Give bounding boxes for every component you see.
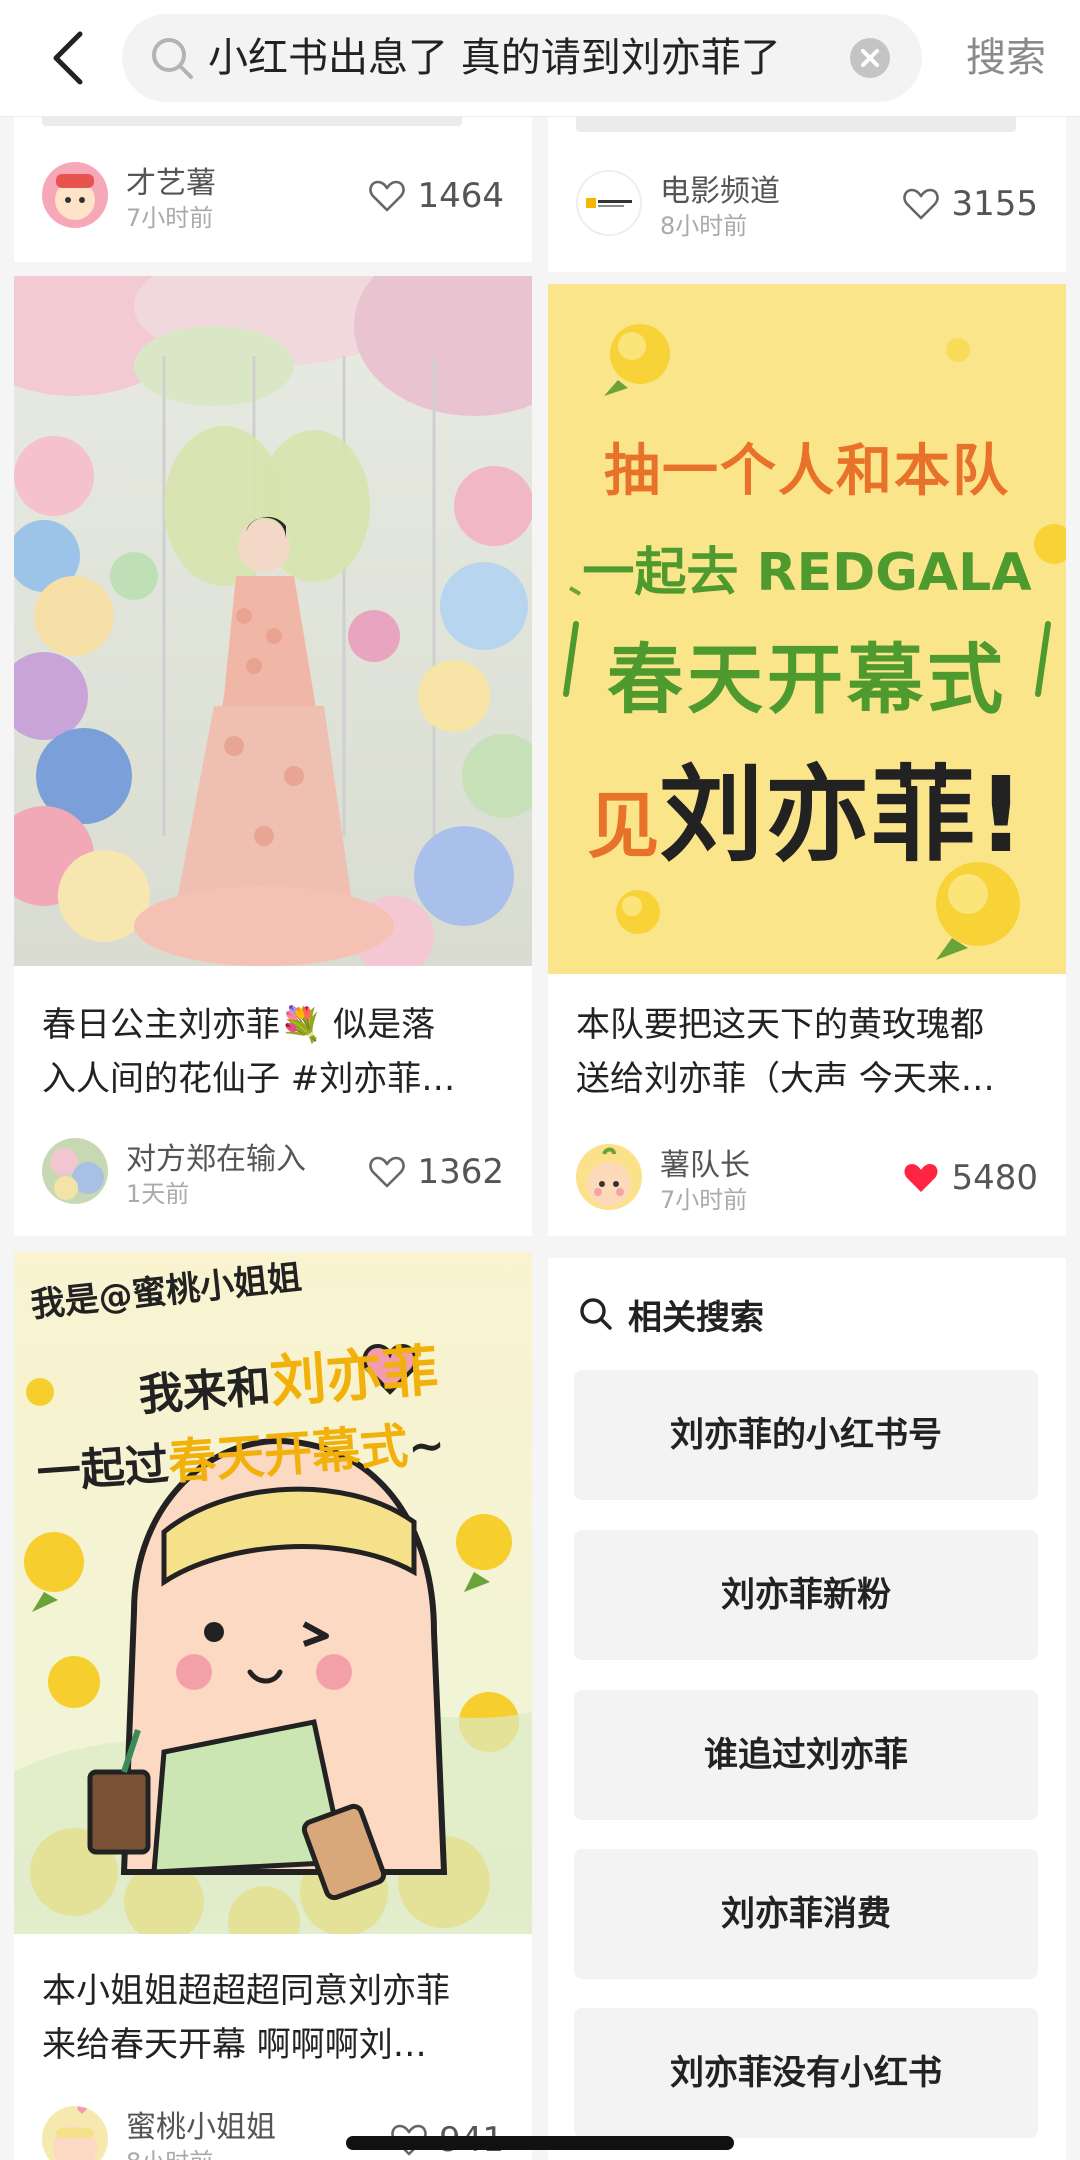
post-title-line: 来给春天开幕 啊啊啊刘… <box>42 2025 427 2065</box>
heart-filled-icon <box>904 1164 938 1192</box>
post-title[interactable]: 春日公主刘亦菲💐 似是落 入人间的花仙子 #刘亦菲… <box>42 998 508 1106</box>
post-title-line: 春日公主刘亦菲💐 似是落 <box>42 1005 436 1045</box>
cover-text-line: 一起去 REDGALA <box>582 543 1032 603</box>
post-time: 8小时前 <box>126 2142 213 2160</box>
card-meta: 薯队长 7小时前 5480 <box>576 1144 1042 1214</box>
author-name[interactable]: 薯队长 <box>660 1140 750 1184</box>
search-submit-button[interactable]: 搜索 <box>956 22 1056 94</box>
card-meta: 蜜桃小姐姐 8小时前 941 <box>42 2106 508 2160</box>
post-title-line: 本小姐姐超超超同意刘亦菲 <box>42 1971 450 2011</box>
post-cover-image[interactable] <box>14 276 532 966</box>
avatar[interactable] <box>42 162 108 228</box>
heart-icon <box>369 180 406 212</box>
search-icon <box>152 38 193 79</box>
like-count: 3155 <box>951 184 1038 224</box>
cover-text-line: 春天开幕式 <box>607 635 1007 724</box>
feed-card-top-left[interactable]: 才艺薯 7小时前 1464 <box>14 116 532 262</box>
post-title-line: 送给刘亦菲（大声 今天来… <box>576 1059 995 1099</box>
cover-text-prefix: 我来和 <box>137 1361 273 1422</box>
home-indicator[interactable] <box>346 2136 734 2150</box>
clear-search-button[interactable] <box>850 38 890 78</box>
author-name[interactable]: 电影频道 <box>660 166 780 210</box>
author-name[interactable]: 才艺薯 <box>126 158 216 202</box>
author-name[interactable]: 对方郑在输入 <box>126 1134 306 1178</box>
like-button[interactable]: 3155 <box>901 180 1038 228</box>
post-title-line: 入人间的花仙子 #刘亦菲… <box>42 1059 456 1099</box>
like-button[interactable]: 5480 <box>901 1154 1038 1202</box>
heart-icon <box>903 188 940 220</box>
cover-text-prefix: 一起过 <box>35 1439 171 1500</box>
search-input[interactable]: 小红书出息了 真的请到刘亦菲了 <box>122 14 922 102</box>
avatar[interactable] <box>576 1144 642 1210</box>
card-meta: 对方郑在输入 1天前 1362 <box>42 1138 508 1208</box>
cover-text-line: 抽一个人和本队 <box>604 439 1010 504</box>
post-time: 1天前 <box>126 1180 190 1208</box>
related-search-chip[interactable]: 刘亦菲新粉 <box>574 1530 1038 1660</box>
related-search-chip[interactable]: 刘亦菲没有小红书 <box>574 2008 1038 2138</box>
post-time: 8小时前 <box>660 212 748 240</box>
cover-text-suffix: ~ <box>406 1419 447 1474</box>
post-title[interactable]: 本队要把这天下的黄玫瑰都 送给刘亦菲（大声 今天来… <box>576 998 1042 1106</box>
avatar[interactable] <box>42 2106 108 2160</box>
feed-card-post2[interactable]: 抽一个人和本队 一起去 REDGALA 春天开幕式 见刘亦菲! 本队要把这天下的… <box>548 284 1066 1236</box>
feed-card-post1[interactable]: 春日公主刘亦菲💐 似是落 入人间的花仙子 #刘亦菲… 对方郑在输入 1天前 13… <box>14 276 532 1236</box>
card-meta: 电影频道 8小时前 3155 <box>576 170 1042 240</box>
cover-text-line: 见刘亦菲! <box>548 730 1066 881</box>
like-count: 5480 <box>951 1158 1038 1198</box>
magnifier-icon <box>580 1298 612 1330</box>
cover-text-name: 刘亦菲 <box>268 1338 441 1416</box>
back-button[interactable] <box>40 22 96 94</box>
like-count: 1464 <box>417 176 504 216</box>
card-meta: 才艺薯 7小时前 1464 <box>42 162 508 232</box>
avatar[interactable] <box>42 1138 108 1204</box>
like-button[interactable]: 1464 <box>367 172 504 220</box>
post-cover-image[interactable]: 抽一个人和本队 一起去 REDGALA 春天开幕式 见刘亦菲! <box>548 284 1066 974</box>
like-button[interactable]: 1362 <box>367 1148 504 1196</box>
heart-icon <box>369 1156 406 1188</box>
related-searches-heading: 相关搜索 <box>578 1290 764 1338</box>
clear-icon <box>861 49 879 67</box>
post-title-line: 本队要把这天下的黄玫瑰都 <box>576 1005 984 1045</box>
feed-card-post3[interactable]: 我是@蜜桃小姐姐 我来和刘亦菲 一起过春天开幕式~ 本小姐姐超超超同意刘亦菲 来… <box>14 1252 532 2160</box>
feed-card-top-right[interactable]: 电影频道 8小时前 3155 <box>548 116 1066 272</box>
search-query-text: 小红书出息了 真的请到刘亦菲了 <box>208 35 781 81</box>
cover-text-prefix: 见 <box>587 784 660 868</box>
related-search-chip[interactable]: 谁追过刘亦菲 <box>574 1690 1038 1820</box>
related-search-chip[interactable]: 刘亦菲的小红书号 <box>574 1370 1038 1500</box>
cover-text-name: 刘亦菲! <box>659 754 1027 876</box>
post-cover-image[interactable]: 我是@蜜桃小姐姐 我来和刘亦菲 一起过春天开幕式~ <box>14 1252 532 1934</box>
back-icon <box>53 31 83 85</box>
author-name[interactable]: 蜜桃小姐姐 <box>126 2102 276 2146</box>
search-header: 小红书出息了 真的请到刘亦菲了 搜索 <box>0 0 1080 116</box>
avatar[interactable] <box>576 170 642 236</box>
related-search-chip[interactable]: 刘亦菲消费 <box>574 1849 1038 1979</box>
like-count: 1362 <box>417 1152 504 1192</box>
post-time: 7小时前 <box>660 1186 748 1214</box>
related-searches-title: 相关搜索 <box>628 1297 764 1338</box>
post-time: 7小时前 <box>126 204 214 232</box>
post-title[interactable]: 本小姐姐超超超同意刘亦菲 来给春天开幕 啊啊啊刘… <box>42 1964 508 2072</box>
